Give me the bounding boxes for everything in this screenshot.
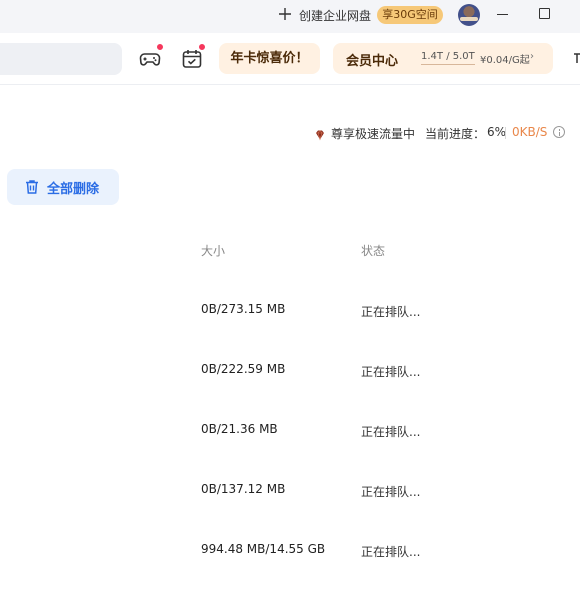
delete-all-button[interactable]: 全部删除 <box>7 169 119 205</box>
table-row[interactable]: 0B/222.59 MB 正在排队... <box>0 362 580 422</box>
search-input[interactable] <box>0 43 122 75</box>
table-row[interactable]: 0B/137.12 MB 正在排队... <box>0 482 580 542</box>
vip-center-title: 会员中心 <box>346 54 399 69</box>
free-space-badge[interactable]: 享30G空间 <box>377 6 443 24</box>
column-header-status[interactable]: 状态 <box>361 242 385 259</box>
toolbar: 年卡惊喜价！ 会员中心 1.4T / 5.0T ¥0.04/G起 › <box>0 33 580 85</box>
notification-dot <box>198 43 206 51</box>
progress-value: 6% <box>487 125 507 139</box>
create-enterprise-drive-link[interactable]: 创建企业网盘 <box>299 7 371 24</box>
row-size: 0B/21.36 MB <box>201 422 278 436</box>
minimize-icon[interactable] <box>496 7 510 23</box>
row-size: 0B/222.59 MB <box>201 362 286 376</box>
storage-price: ¥0.04/G起 <box>480 55 530 66</box>
progress-label: 当前进度： <box>425 127 486 141</box>
plus-icon[interactable] <box>277 5 293 23</box>
diamond-icon <box>314 126 326 141</box>
info-icon[interactable] <box>553 126 565 138</box>
trash-icon <box>23 178 41 196</box>
annual-card-promo-button[interactable]: 年卡惊喜价！ <box>219 43 320 74</box>
row-size: 0B/137.12 MB <box>201 482 286 496</box>
maximize-icon[interactable] <box>539 8 550 19</box>
separator <box>505 127 506 139</box>
notification-dot <box>156 43 164 51</box>
delete-all-label: 全部删除 <box>47 182 100 197</box>
row-size: 994.48 MB/14.55 GB <box>201 542 326 556</box>
chevron-right-icon: › <box>530 51 534 62</box>
row-status: 正在排队... <box>361 365 421 379</box>
table-row[interactable]: 0B/273.15 MB 正在排队... <box>0 302 580 362</box>
storage-usage: 1.4T / 5.0T <box>421 51 475 65</box>
row-size: 0B/273.15 MB <box>201 302 286 316</box>
row-status: 正在排队... <box>361 425 421 439</box>
vip-center-button[interactable]: 会员中心 1.4T / 5.0T ¥0.04/G起 › <box>333 43 553 74</box>
table-row[interactable]: 0B/21.36 MB 正在排队... <box>0 422 580 482</box>
avatar[interactable] <box>458 4 480 26</box>
row-status: 正在排队... <box>361 485 421 499</box>
row-status: 正在排队... <box>361 305 421 319</box>
title-bar: 创建企业网盘 享30G空间 <box>0 0 580 33</box>
more-icon[interactable] <box>570 50 580 66</box>
table-row[interactable]: 994.48 MB/14.55 GB 正在排队... <box>0 542 580 598</box>
download-speed: 0KB/S <box>512 125 548 139</box>
speed-boost-label: 尊享极速流量中 <box>331 127 416 141</box>
speed-status: 尊享极速流量中 当前进度： 6% 0KB/S <box>314 124 580 142</box>
column-header-size[interactable]: 大小 <box>201 242 225 259</box>
row-status: 正在排队... <box>361 545 421 559</box>
